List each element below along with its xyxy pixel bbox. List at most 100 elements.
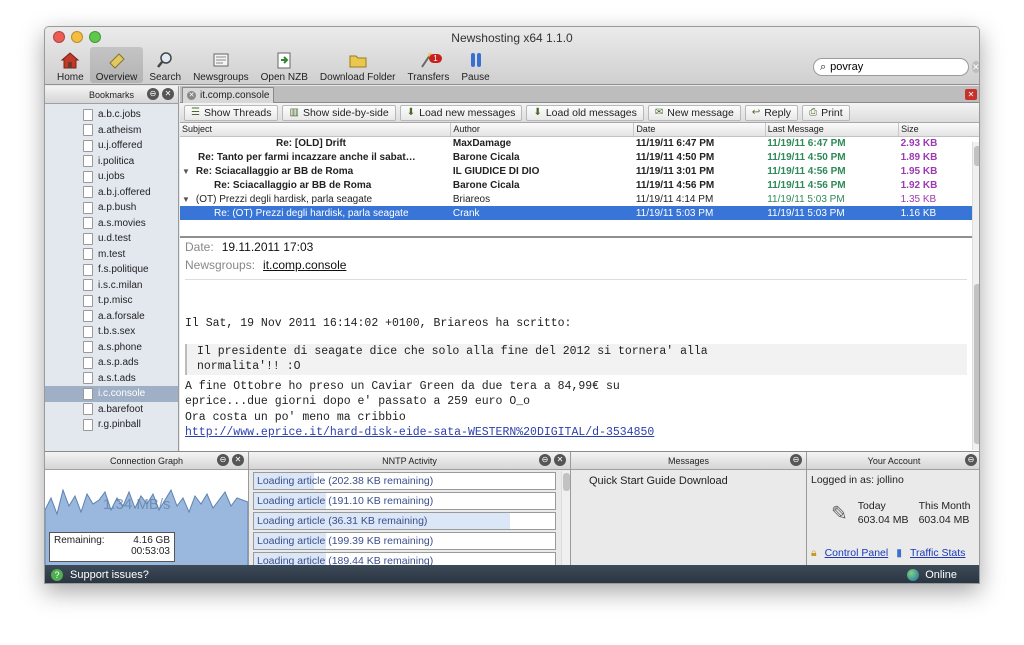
tab-close-icon[interactable]: ✕ [187, 91, 196, 100]
overview-button[interactable]: Overview [89, 47, 144, 83]
message-link[interactable]: http://www.eprice.it/hard-disk-eide-sata… [185, 426, 654, 439]
home-button[interactable]: Home [51, 47, 90, 83]
pause-button[interactable]: Pause [455, 47, 495, 83]
document-icon [83, 170, 93, 183]
header-divider [185, 279, 967, 280]
table-row[interactable]: ▼ Re: Sciacallaggio ar BB de Roma IL GIUD… [180, 164, 979, 178]
bookmark-item[interactable]: a.s.phone [83, 340, 178, 356]
search-button[interactable]: Search [143, 47, 187, 83]
bookmarks-header: Bookmarks ⊖ ✕ [45, 86, 178, 104]
bookmark-item[interactable]: m.test [83, 247, 178, 263]
close-all-tabs-icon[interactable]: ✕ [965, 89, 977, 100]
table-row[interactable]: Re: Tanto per farmi incazzare anche il s… [180, 150, 979, 164]
table-row[interactable]: Re: [OLD] Drift MaxDamage 11/19/11 6:47 … [180, 136, 979, 150]
document-icon [83, 108, 93, 121]
help-icon[interactable]: ? [51, 569, 63, 581]
bookmark-item[interactable]: t.b.s.sex [83, 324, 178, 340]
bookmark-item[interactable]: t.p.misc [83, 293, 178, 309]
search-field[interactable]: ⌕ ✕ [813, 58, 979, 76]
nntp-activity-panel: NNTP Activity ⊖ ✕ Loading article (202.38… [249, 452, 571, 570]
bookmark-item[interactable]: f.s.politique [83, 262, 178, 278]
bookmark-item[interactable]: u.d.test [83, 231, 178, 247]
bookmark-item[interactable]: a.p.bush [83, 200, 178, 216]
load-old-messages-button[interactable]: ⬇ Load old messages [526, 104, 644, 121]
bookmark-item[interactable]: a.atheism [83, 123, 178, 139]
document-icon [83, 341, 93, 354]
search-input[interactable] [830, 61, 973, 73]
bookmark-item[interactable]: a.barefoot [83, 402, 178, 418]
table-row[interactable]: ▼ (OT) Prezzi degli hardisk, parla seagat… [180, 192, 979, 206]
online-status: Online [925, 569, 957, 581]
nntp-progress-row: Loading article (199.39 KB remaining) [253, 532, 556, 550]
column-subject[interactable]: Subject [180, 123, 452, 137]
bookmark-item[interactable]: i.s.c.milan [83, 278, 178, 294]
panel-menu-icon[interactable]: ⊖ [965, 454, 977, 466]
document-icon [83, 139, 93, 152]
bookmark-item[interactable]: r.g.pinball [83, 417, 178, 433]
messages-panel: Messages ⊖ Quick Start Guide Download [571, 452, 807, 566]
panel-close-icon[interactable]: ✕ [554, 454, 566, 466]
column-last-message[interactable]: Last Message [765, 123, 900, 137]
load-new-messages-button[interactable]: ⬇ Load new messages [399, 104, 523, 121]
panel-menu-icon[interactable]: ⊖ [790, 454, 802, 466]
globe-icon [907, 569, 920, 581]
panel-menu-icon[interactable]: ⊖ [539, 454, 551, 466]
message-view: Date: 19.11.2011 17:03 Newsgroups: it.co… [180, 236, 972, 450]
table-row[interactable]: Re: Sciacallaggio ar BB de Roma Barone C… [180, 178, 979, 192]
open-nzb-icon [273, 50, 295, 70]
document-icon [83, 124, 93, 137]
print-button[interactable]: ⎙ Print [802, 104, 850, 121]
newsgroup-link[interactable]: it.comp.console [263, 258, 346, 272]
bookmark-item[interactable]: a.s.t.ads [83, 371, 178, 387]
bookmark-item[interactable]: a.s.p.ads [83, 355, 178, 371]
transfers-button[interactable]: 1 Transfers [402, 47, 456, 83]
panel-menu-icon[interactable]: ⊖ [217, 454, 229, 466]
columns-icon: ▥ [289, 107, 299, 118]
panel-close-icon[interactable]: ✕ [232, 454, 244, 466]
window-title: Newshosting x64 1.1.0 [451, 31, 573, 45]
panel-close-icon[interactable]: ✕ [162, 88, 174, 100]
bookmark-item[interactable]: a.s.movies [83, 216, 178, 232]
bookmark-item[interactable]: a.a.forsale [83, 309, 178, 325]
threads-icon: ☰ [191, 107, 200, 118]
compose-icon: ✉ [654, 107, 664, 118]
column-size[interactable]: Size [898, 123, 979, 137]
open-nzb-button[interactable]: Open NZB [255, 47, 314, 83]
tab-bar: ✕ it.comp.console ✕ [180, 86, 979, 103]
nntp-progress-row: Loading article (191.10 KB remaining) [253, 492, 556, 510]
new-message-button[interactable]: ✉ New message [647, 104, 741, 121]
bookmark-item[interactable]: a.b.j.offered [83, 185, 178, 201]
bookmark-item[interactable]: a.b.c.jobs [83, 107, 178, 123]
quick-start-link[interactable]: Quick Start Guide Download [571, 470, 806, 492]
account-stats: ✎ Today 603.04 MB This Month 603.04 MB [831, 500, 971, 526]
reply-button[interactable]: ↩ Reply [744, 104, 799, 121]
clear-search-icon[interactable]: ✕ [972, 61, 979, 73]
document-icon [83, 294, 93, 307]
bookmark-item[interactable]: i.politica [83, 154, 178, 170]
expand-thread-icon[interactable]: ▼ [182, 195, 190, 204]
nntp-scrollbar[interactable] [561, 471, 570, 566]
newsgroups-button[interactable]: Newsgroups [187, 47, 255, 83]
thread-scrollbar[interactable] [972, 142, 979, 236]
document-icon [83, 372, 93, 385]
tab-newsgroup[interactable]: ✕ it.comp.console [182, 87, 274, 103]
control-panel-link[interactable]: Control Panel [825, 547, 889, 560]
bookmarks-sidebar: Bookmarks ⊖ ✕ a.b.c.jobs a.atheism u.j.off… [45, 86, 179, 451]
bookmark-item[interactable]: u.j.offered [83, 138, 178, 154]
document-icon [83, 387, 93, 400]
document-icon [83, 418, 93, 431]
table-row-selected[interactable]: Re: (OT) Prezzi degli hardisk, parla sea… [180, 206, 979, 220]
message-scrollbar[interactable] [972, 236, 979, 450]
bookmark-item[interactable]: i.c.console [45, 386, 178, 402]
traffic-stats-link[interactable]: Traffic Stats [910, 547, 965, 560]
expand-thread-icon[interactable]: ▼ [182, 167, 190, 176]
support-link[interactable]: Support issues? [70, 569, 149, 581]
download-folder-button[interactable]: Download Folder [314, 47, 402, 83]
remaining-box: Remaining: 4.16 GB 00:53:03 [49, 532, 175, 562]
bookmark-item[interactable]: u.jobs [83, 169, 178, 185]
show-threads-button[interactable]: ☰ Show Threads [184, 104, 279, 121]
column-author[interactable]: Author [450, 123, 635, 137]
column-date[interactable]: Date [633, 123, 766, 137]
panel-menu-icon[interactable]: ⊖ [147, 88, 159, 100]
show-side-by-side-button[interactable]: ▥ Show side-by-side [282, 104, 396, 121]
